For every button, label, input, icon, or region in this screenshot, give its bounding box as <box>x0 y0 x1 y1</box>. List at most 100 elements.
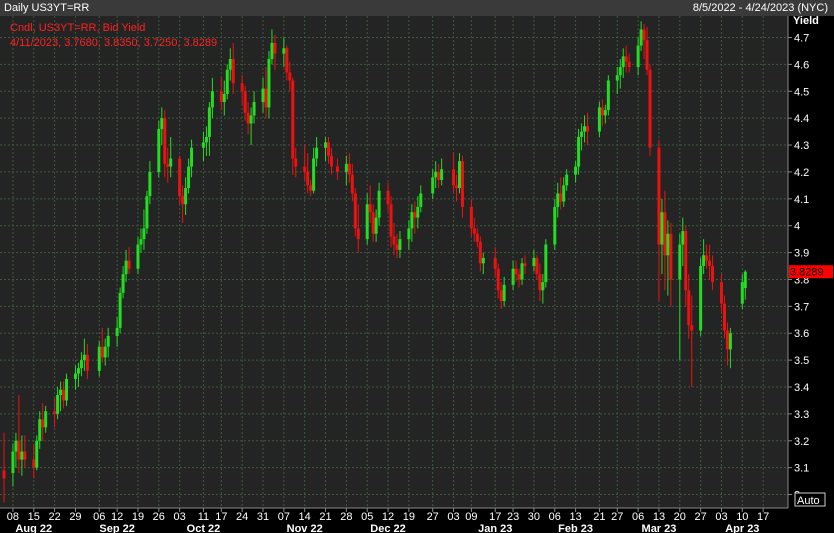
candle-body <box>431 177 435 194</box>
candle-body <box>636 45 640 68</box>
x-tick-label: 31 <box>257 511 269 523</box>
x-tick-label: 03 <box>447 511 459 523</box>
x-month-label: Mar 23 <box>642 523 677 533</box>
candle-body <box>553 206 557 245</box>
title-bar: Daily US3YT=RR 8/5/2022 - 4/24/2023 (NYC… <box>0 0 834 16</box>
x-tick-label: 27 <box>611 511 623 523</box>
x-tick-label: 21 <box>319 511 331 523</box>
candle-body <box>145 196 149 229</box>
x-tick-label: 10 <box>736 511 748 523</box>
candle-body <box>204 136 208 143</box>
candle-body <box>118 292 122 328</box>
x-month-label: Jan 23 <box>478 523 512 533</box>
candle-body <box>496 268 500 291</box>
candle-body <box>556 193 560 207</box>
candle-body <box>639 29 643 46</box>
candle-body <box>660 212 664 245</box>
candle-body <box>76 368 80 374</box>
x-tick-label: 26 <box>153 511 165 523</box>
candle-body <box>231 59 235 84</box>
candle-body <box>312 158 316 191</box>
candle-body <box>41 419 45 428</box>
candle <box>544 239 548 288</box>
candle-body <box>356 228 360 240</box>
candle-body <box>23 451 27 460</box>
y-tick-label: 3.4 <box>794 382 809 394</box>
candle-body <box>315 147 319 159</box>
candle-body <box>115 327 119 336</box>
candle-body <box>291 80 295 159</box>
x-month-label: Dec 22 <box>370 523 405 533</box>
candle-body <box>377 190 381 218</box>
candle-body <box>711 266 715 283</box>
x-tick-label: 11 <box>198 511 209 523</box>
candle-body <box>282 48 286 54</box>
y-tick-label: 3.1 <box>794 463 809 475</box>
candle-body <box>580 131 584 137</box>
candle-body <box>514 268 518 275</box>
x-tick-label: 22 <box>48 511 60 523</box>
x-tick-label: 03 <box>174 511 186 523</box>
y-tick-label: 4.4 <box>794 113 809 125</box>
x-tick-label: 06 <box>632 511 644 523</box>
candle-body <box>684 231 688 291</box>
legend-line-2: 4/11/2023, 3.7680, 3.8350, 3.7250, 3.828… <box>10 37 217 49</box>
x-tick-label: 27 <box>427 511 439 523</box>
candle-body <box>201 142 205 148</box>
candle-body <box>621 56 625 68</box>
x-tick-label: 27 <box>695 511 707 523</box>
candle-body <box>669 233 673 280</box>
candle-body <box>398 239 402 250</box>
candle-body <box>586 126 590 132</box>
candle-body <box>181 196 185 205</box>
candle-body <box>97 346 101 371</box>
candle-body <box>642 29 646 41</box>
candle-body <box>645 40 649 70</box>
candle-body <box>648 69 652 148</box>
candle-body <box>142 228 146 240</box>
y-tick-label: 3.7 <box>794 301 809 313</box>
candle-body <box>434 171 438 178</box>
candle-body <box>285 48 289 73</box>
y-tick-label: 3.5 <box>794 355 809 367</box>
candle-body <box>517 274 521 280</box>
x-month-label: Nov 22 <box>287 523 323 533</box>
candle-body <box>374 217 378 234</box>
candle-body <box>240 83 244 92</box>
auto-button-label[interactable]: Auto <box>797 495 820 507</box>
candle-body <box>56 395 60 414</box>
candle-body <box>520 263 524 280</box>
candle-body <box>73 373 77 379</box>
candle-body <box>184 188 188 205</box>
candle-body <box>618 67 622 76</box>
candle-body <box>178 158 182 197</box>
candle-body <box>306 171 310 186</box>
candle-body <box>273 42 277 54</box>
candle-body <box>600 107 604 116</box>
auto-scale-button[interactable]: Auto <box>794 492 826 507</box>
candle-body <box>511 268 515 285</box>
candle-body <box>20 451 24 460</box>
candle-body <box>79 360 83 369</box>
candle-body <box>597 107 601 132</box>
last-price-tag-label: 3.8289 <box>790 267 824 279</box>
candle <box>699 257 703 336</box>
candle-body <box>410 212 414 229</box>
candle <box>157 120 161 178</box>
candle-body <box>678 244 682 280</box>
candle-body <box>347 163 351 175</box>
candle-body <box>249 115 253 124</box>
y-tick-label: 3.9 <box>794 248 809 260</box>
candle-body <box>452 169 456 186</box>
x-tick-label: 17 <box>489 511 501 523</box>
candle-body <box>243 91 247 113</box>
candle-body <box>59 389 63 396</box>
candle-body <box>294 158 298 167</box>
candle-body <box>708 260 712 267</box>
candle-body <box>353 193 357 229</box>
candle-body <box>687 290 691 326</box>
candlestick-chart[interactable]: 33.13.23.33.43.53.63.73.83.944.14.24.34.… <box>0 16 834 533</box>
candle-body <box>541 282 545 291</box>
candle-body <box>136 244 140 269</box>
candle-body <box>166 163 170 167</box>
